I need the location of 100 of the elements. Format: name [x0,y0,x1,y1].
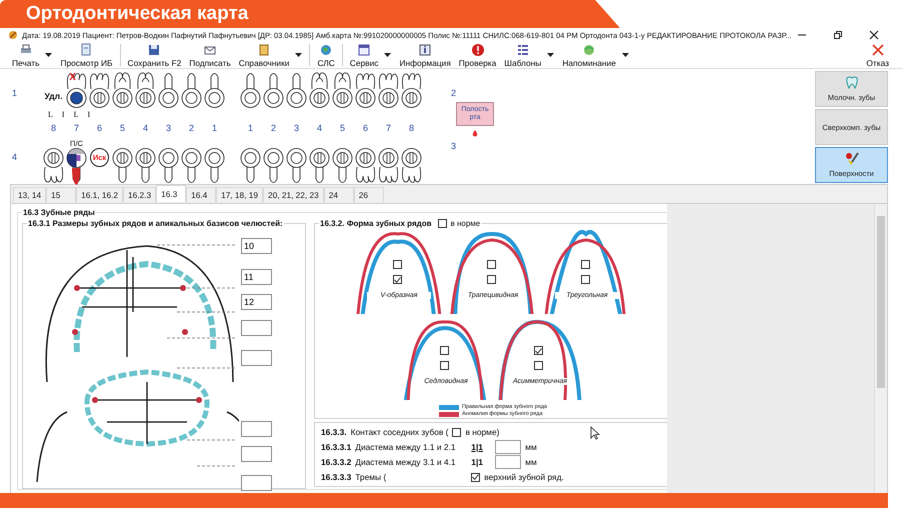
tooth-icon[interactable] [157,148,180,186]
tooth-icon[interactable] [354,70,377,108]
checkbox[interactable] [581,275,590,284]
book-icon [257,42,272,56]
diastema-field[interactable] [495,455,522,469]
tooth-icon[interactable] [285,148,308,186]
toolbar-button[interactable]: Просмотр ИБ [56,42,117,68]
measurement-field[interactable]: 10 [241,238,272,254]
diastema-field[interactable] [495,440,522,454]
tooth-icon[interactable] [239,70,262,108]
tab[interactable]: 16.1, 16.2 [76,187,123,202]
toolbar-button[interactable]: Проверка [454,42,500,68]
tooth-icon[interactable] [262,148,285,186]
tooth-number: 3 [164,122,172,135]
tab[interactable]: 20, 21, 22, 23 [263,187,324,202]
checkbox[interactable] [440,361,449,370]
tooth-icon[interactable] [331,70,354,108]
toolbar-button[interactable]: Подписать [185,42,235,68]
tab[interactable]: 15 [46,187,76,202]
measurement-field[interactable] [241,350,272,366]
tooth-icon[interactable] [134,70,157,108]
caret-icon [384,53,392,57]
tooth-icon[interactable] [157,70,180,108]
tooth-icon[interactable] [88,70,111,108]
tab[interactable]: 16.2.3 [123,187,156,202]
item-label: Тремы ( [355,472,388,482]
tooth-number: 8 [408,122,415,135]
tooth-icon[interactable] [262,70,285,108]
toolbar-button[interactable]: Шаблоны [500,42,558,68]
close-icon[interactable] [869,30,879,40]
checkbox[interactable] [438,219,447,228]
tab[interactable]: 26 [354,187,384,202]
checkbox[interactable] [393,260,402,269]
toolbar-button[interactable]: Сервис [346,42,396,68]
toolbar-button[interactable]: Справочники [234,42,306,68]
measurement-field[interactable] [241,421,272,437]
measurement-field[interactable] [241,446,272,462]
checkbox[interactable] [471,472,480,482]
tooth-icon[interactable] [180,70,203,108]
checkbox[interactable] [487,260,496,269]
banner-title: Ортодонтическая карта [26,3,248,25]
tooth-icon[interactable] [377,70,400,108]
quadrant-number: 2 [451,88,458,98]
globe-icon [582,42,596,56]
tooth-icon[interactable] [134,148,157,186]
tooth-icon[interactable] [111,148,134,186]
tooth-icon[interactable] [400,70,423,108]
tooth-icon[interactable] [65,148,88,186]
quadrant-number: 3 [451,141,458,151]
mobility-mark: L [48,110,53,118]
checkbox[interactable] [452,428,462,436]
measurement-field[interactable]: 12 [241,294,272,310]
unit-label: мм [525,442,537,452]
window-icon [357,42,372,56]
toolbar-button[interactable]: Сохранить F2 [124,42,186,68]
checkbox[interactable] [487,275,496,284]
info-icon [418,42,432,56]
tooth-label: Удл. [44,91,62,101]
cancel-button[interactable]: Отказ [862,42,893,68]
tab[interactable]: 16.3 [156,185,186,202]
group-title: 16.3.1 Размеры зубных рядов и апикальных базисов челюстей: [27,219,284,228]
tooth-icon[interactable] [180,148,203,186]
tooth-icon[interactable] [354,148,377,186]
tooth-icon[interactable] [285,70,308,108]
tooth-formula: 1|1 [471,457,484,467]
tooth-icon[interactable] [239,148,262,186]
checkbox[interactable] [534,361,543,370]
scrollbar-thumb[interactable] [877,216,885,388]
checkbox[interactable] [393,275,402,284]
tooth-number: 6 [96,122,103,135]
tooth-icon[interactable] [400,148,423,186]
checkbox[interactable] [534,346,543,355]
tooth-icon[interactable] [331,148,354,186]
measurement-field[interactable] [241,475,272,491]
restore-icon[interactable] [833,30,843,40]
checkbox[interactable] [581,260,590,269]
tab[interactable]: 13, 14 [13,187,46,202]
tooth-icon[interactable] [111,70,134,108]
tab[interactable]: 24 [324,187,354,202]
measurement-field[interactable] [241,320,272,336]
tab[interactable]: 17, 18, 19 [216,187,263,202]
tooth-icon[interactable] [203,148,226,186]
tooth-icon[interactable] [308,70,331,108]
tab[interactable]: 16.4 [186,187,216,202]
item-code: 16.3.3. [321,427,347,437]
mobility-mark: I [62,110,65,118]
tooth-number: 5 [118,122,126,135]
scrollbar[interactable] [874,204,887,493]
checkbox[interactable] [440,346,449,355]
tooth-icon[interactable] [377,148,400,186]
tooth-icon[interactable] [203,70,226,108]
toolbar-button[interactable]: Информация [395,42,455,68]
toolbar-button[interactable]: Печать [8,42,56,68]
warning-icon [470,42,484,56]
tooth-icon[interactable] [308,148,331,186]
tooth-icon[interactable] [65,70,88,108]
toolbar-button[interactable]: Напоминание [558,42,633,68]
toolbar-button[interactable]: СЛС [313,42,339,68]
measurement-field[interactable]: 11 [241,269,272,285]
tooth-icon[interactable] [42,148,65,186]
